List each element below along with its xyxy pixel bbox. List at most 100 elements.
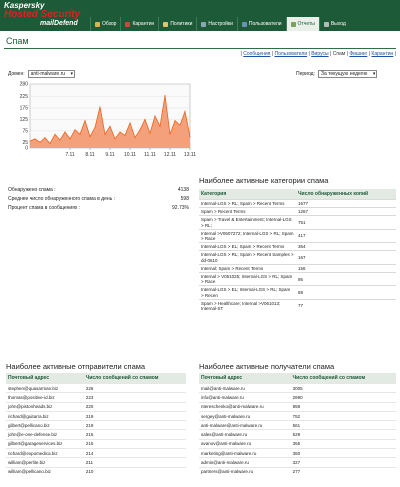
logo-line-3: mailDefend (40, 20, 78, 27)
x-tick-label: 7.11 (65, 152, 75, 158)
report-sublinks: | Сообщения | Пользователи | Вирусы | Сп… (240, 51, 396, 57)
nav-item-4[interactable]: Пользователи (236, 17, 286, 31)
y-tick-label: 225 (20, 94, 29, 100)
recipients-cell-addr: marketing@anti-malware.ru (199, 448, 291, 458)
x-tick-label: 9.11 (105, 152, 115, 158)
stat-row: Среднее число обнаруженного спама в день… (8, 195, 193, 204)
senders-cell-addr: william@pellicano.biz (6, 466, 84, 476)
recipients-col-count: Число сообщений со спамом (290, 373, 396, 384)
table-row: info@anti-malware.ru 2890 (199, 392, 396, 403)
table-row: mail@anti-malware.ru 3005 (199, 382, 396, 393)
period-select[interactable]: За текущую неделю (317, 70, 378, 78)
data-point (134, 137, 136, 139)
senders-cell-addr: william@perlite.biz (6, 457, 84, 468)
table-row: Internal > V051025; Internal-LGS > RL; S… (199, 272, 396, 286)
table-row: william@pellicano.biz 210 (6, 466, 186, 476)
data-point (74, 129, 76, 131)
stat-row: Обнаружено спама : 4138 (8, 186, 193, 195)
period-label: Период: (296, 71, 315, 77)
x-tick-label: 13.11 (184, 152, 196, 158)
nav-item-1[interactable]: Карантин (120, 17, 158, 31)
table-row: Spam > Travel & Entertainment; Internal-… (199, 215, 396, 230)
data-point (34, 138, 36, 140)
categories-cell-count: 167 (296, 250, 396, 265)
recipients-cell-count: 350 (290, 448, 396, 458)
recipients-cell-count: 561 (290, 420, 396, 430)
nav-item-2[interactable]: Политики (158, 17, 196, 31)
data-point (94, 126, 96, 128)
stat-label: Обнаружено спама : (8, 187, 56, 193)
senders-cell-addr: thomas@positive-id.biz (6, 392, 84, 403)
stat-value: 4138 (177, 187, 189, 193)
sublink-3[interactable]: Спам (333, 51, 346, 57)
table-row: marketing@anti-malware.ru 350 (199, 448, 396, 458)
categories-heading: Наиболее активные категории спама (199, 176, 329, 185)
senders-cell-count: 211 (83, 457, 186, 468)
table-row: john@pistonheads.biz 220 (6, 401, 186, 412)
senders-cell-count: 214 (83, 448, 186, 458)
domain-label: Домен: (8, 71, 25, 77)
data-point (114, 138, 116, 140)
data-point (59, 139, 61, 141)
table-row: Internal-LGS > EL; Internal-LGS > RL; Sp… (199, 285, 396, 300)
table-row: sales@anti-malware.ru 529 (199, 429, 396, 440)
sublink-1[interactable]: Пользователи (274, 51, 307, 57)
data-point (159, 125, 161, 127)
nav-icon (241, 21, 247, 27)
senders-cell-addr: richard@expomedica.biz (6, 448, 84, 458)
senders-cell-count: 219 (83, 410, 186, 421)
categories-cell-name: Internal > V051025; Internal-LGS > RL; S… (199, 272, 296, 286)
data-point (144, 118, 146, 120)
data-point (29, 140, 31, 142)
recipients-heading: Наиболее активные получатели спама (199, 362, 335, 371)
nav-label: Пользователи (248, 21, 282, 27)
table-row: Internal-LGS > RL; Spam > Recent Samples… (199, 250, 396, 265)
data-point (84, 120, 86, 122)
nav-item-6[interactable]: Выход (318, 17, 350, 31)
categories-cell-count: 417 (296, 228, 396, 243)
nav-label: Обзор (102, 21, 117, 27)
recipients-cell-count: 752 (290, 410, 396, 421)
categories-cell-name: Internal >V0607272; Internal-LGS > RL; S… (199, 228, 296, 243)
table-row: thomas@positive-id.biz 223 (6, 392, 186, 403)
table-row: sergey@anti-malware.ru 752 (199, 410, 396, 421)
senders-cell-count: 215 (83, 438, 186, 449)
categories-cell-count: 156 (296, 263, 396, 273)
recipients-cell-addr: ntereschenko@anti-malware.ru (199, 401, 291, 412)
data-point (124, 134, 126, 136)
categories-cell-name: Internal-LGS > RL; Spam > Recent Samples… (199, 250, 296, 265)
sublink-4[interactable]: Фишинг (349, 51, 367, 57)
data-point (189, 136, 191, 138)
spam-chart: 025 75 125 175 225 280 7.11 8.11 9.11 10.11 11.11 1… (20, 82, 197, 159)
table-row: ntereschenko@anti-malware.ru 858 (199, 401, 396, 412)
recipients-col-address: Почтовый адрес (199, 373, 291, 384)
recipients-cell-addr: mail@anti-malware.ru (199, 382, 291, 393)
sublink-0[interactable]: Сообщения (243, 51, 270, 57)
sublink-2[interactable]: Вирусы (311, 51, 328, 57)
senders-cell-addr: gilbert@pellicano.biz (6, 420, 84, 430)
senders-cell-count: 223 (83, 392, 186, 403)
sublink-5[interactable]: Карантин (371, 51, 393, 57)
senders-cell-count: 210 (83, 466, 186, 476)
spam-stats: Обнаружено спама : 4138 Среднее число обна… (8, 186, 193, 213)
data-point (64, 131, 66, 133)
data-point (69, 138, 71, 140)
nav-item-5[interactable]: Отчеты (285, 17, 319, 31)
senders-cell-addr: john@e-one-defense.biz (6, 429, 84, 440)
categories-cell-name: Spam > Healthcare; Internal >V061013; In… (199, 298, 296, 313)
table-row: Internal-LGS > EL; Spam > Recent Terms 36… (199, 242, 396, 251)
recipients-cell-addr: partners@anti-malware.ru (199, 466, 291, 476)
stat-label: Процент спама в сообщениях : (8, 205, 81, 211)
data-point (119, 131, 121, 133)
table-row: gilbert@pellicano.biz 219 (6, 420, 186, 430)
domain-select[interactable]: anti-malware.ru (27, 70, 76, 78)
senders-cell-count: 219 (83, 420, 186, 430)
table-row: Internal >V0607272; Internal-LGS > RL; S… (199, 228, 396, 243)
senders-heading: Наиболее активные отправители спама (6, 362, 146, 371)
senders-cell-addr: john@pistonheads.biz (6, 401, 84, 412)
stat-label: Среднее число обнаруженного спама в день… (8, 196, 115, 202)
nav-item-3[interactable]: Настройки (196, 17, 237, 31)
data-point (89, 136, 91, 138)
categories-cell-name: Internal-LGS > EL; Internal-LGS > RL; Sp… (199, 285, 296, 300)
nav-item-0[interactable]: Обзор (90, 17, 120, 31)
